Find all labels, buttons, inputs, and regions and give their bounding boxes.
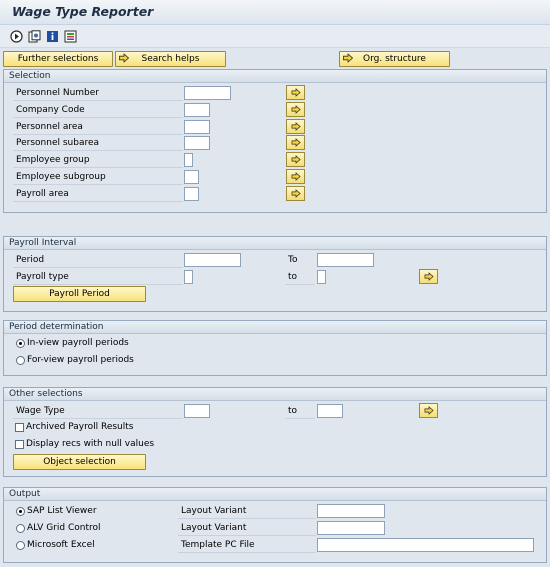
wage-type-to-input[interactable] <box>317 404 343 418</box>
arrow-right-icon <box>291 104 301 114</box>
arrow-right-icon <box>291 172 301 181</box>
execute-icon[interactable] <box>9 29 23 43</box>
alv-grid-control-label: ALV Grid Control <box>27 523 101 533</box>
template-pc-file-input[interactable] <box>317 538 534 552</box>
payroll-type-label: Payroll type <box>13 270 183 285</box>
search-helps-label: Search helps <box>141 54 200 64</box>
payroll-type-to-input[interactable] <box>317 270 326 284</box>
payroll-area-multiple-selection-button[interactable] <box>286 185 305 201</box>
company-code-multiple-selection-button[interactable] <box>286 101 305 117</box>
template-pc-file-label: Template PC File <box>178 538 316 553</box>
null-values-checkbox[interactable] <box>15 440 24 449</box>
in-view-label: In-view payroll periods <box>27 338 129 348</box>
employee-group-input[interactable] <box>184 153 193 168</box>
layout-variant-label: Layout Variant <box>178 504 316 519</box>
for-view-label: For-view payroll periods <box>27 355 134 365</box>
wage-type-to-label: to <box>285 404 315 419</box>
personnel-subarea-multiple-selection-button[interactable] <box>286 135 305 151</box>
microsoft-excel-radio[interactable] <box>16 541 25 550</box>
for-view-radio[interactable] <box>16 356 25 365</box>
layout-variant-grid-label: Layout Variant <box>178 521 316 536</box>
null-values-label: Display recs with null values <box>26 439 155 449</box>
org-structure-button[interactable]: Org. structure <box>339 51 450 67</box>
selection-options-icon[interactable] <box>63 29 77 43</box>
period-to-input[interactable] <box>317 253 374 267</box>
arrow-right-icon <box>291 88 301 97</box>
period-determination-header: Period determination <box>4 321 546 334</box>
output-header: Output <box>4 488 546 501</box>
object-selection-label: Object selection <box>43 457 116 467</box>
wage-type-from-input[interactable] <box>184 404 210 418</box>
info-icon[interactable] <box>45 29 59 43</box>
arrow-right-icon <box>291 188 301 198</box>
application-toolbar <box>0 25 550 48</box>
payroll-type-from-input[interactable] <box>184 270 193 284</box>
arrow-right-icon <box>291 121 301 131</box>
page-title: Wage Type Reporter <box>12 4 154 19</box>
personnel-subarea-input[interactable] <box>184 136 210 151</box>
arrow-right-icon <box>424 406 434 415</box>
layout-variant-input[interactable] <box>317 504 385 518</box>
arrow-right-icon <box>343 53 354 66</box>
payroll-area-input[interactable] <box>184 186 199 201</box>
title-bar: Wage Type Reporter <box>0 0 550 25</box>
personnel-number-multiple-selection-button[interactable] <box>286 85 305 100</box>
employee-subgroup-multiple-selection-button[interactable] <box>286 169 305 184</box>
wage-type-label: Wage Type <box>13 404 183 419</box>
further-selections-label: Further selections <box>17 54 99 64</box>
further-selections-button[interactable]: Further selections <box>3 51 113 67</box>
personnel-area-input[interactable] <box>184 119 210 134</box>
layout-variant-grid-input[interactable] <box>317 521 385 535</box>
company-code-input[interactable] <box>184 102 210 117</box>
employee-group-multiple-selection-button[interactable] <box>286 152 305 168</box>
search-helps-button[interactable]: Search helps <box>115 51 226 67</box>
payroll-interval-header: Payroll Interval <box>4 237 546 250</box>
other-selections-header: Other selections <box>4 388 546 401</box>
payroll-area-label: Payroll area <box>13 187 183 202</box>
variant-icon[interactable] <box>27 29 41 43</box>
in-view-radio[interactable] <box>16 339 25 348</box>
personnel-number-input[interactable] <box>184 86 231 100</box>
period-to-label: To <box>288 255 298 265</box>
arrow-right-icon <box>291 138 301 148</box>
alv-grid-control-radio[interactable] <box>16 524 25 533</box>
payroll-period-label: Payroll Period <box>49 289 110 299</box>
employee-subgroup-input[interactable] <box>184 170 199 184</box>
period-label: Period <box>13 253 183 268</box>
personnel-subarea-label: Personnel subarea <box>13 136 183 152</box>
arrow-right-icon <box>424 272 434 281</box>
payroll-period-button[interactable]: Payroll Period <box>13 286 146 302</box>
payroll-type-multiple-selection-button[interactable] <box>419 269 438 284</box>
org-structure-label: Org. structure <box>363 54 426 64</box>
personnel-area-label: Personnel area <box>13 120 183 135</box>
period-from-input[interactable] <box>184 253 241 267</box>
personnel-number-label: Personnel Number <box>13 86 183 101</box>
sap-list-viewer-label: SAP List Viewer <box>27 506 97 516</box>
archived-label: Archived Payroll Results <box>26 422 134 432</box>
arrow-right-icon <box>291 155 301 165</box>
sap-list-viewer-radio[interactable] <box>16 507 25 516</box>
arrow-right-icon <box>119 53 130 66</box>
microsoft-excel-label: Microsoft Excel <box>27 540 95 550</box>
company-code-label: Company Code <box>13 103 183 118</box>
employee-subgroup-label: Employee subgroup <box>13 170 183 185</box>
personnel-area-multiple-selection-button[interactable] <box>286 118 305 134</box>
object-selection-button[interactable]: Object selection <box>13 454 146 470</box>
payroll-type-to-label: to <box>285 270 315 285</box>
selection-header: Selection <box>4 70 546 83</box>
employee-group-label: Employee group <box>13 153 183 169</box>
wage-type-multiple-selection-button[interactable] <box>419 403 438 418</box>
archived-checkbox[interactable] <box>15 423 24 432</box>
